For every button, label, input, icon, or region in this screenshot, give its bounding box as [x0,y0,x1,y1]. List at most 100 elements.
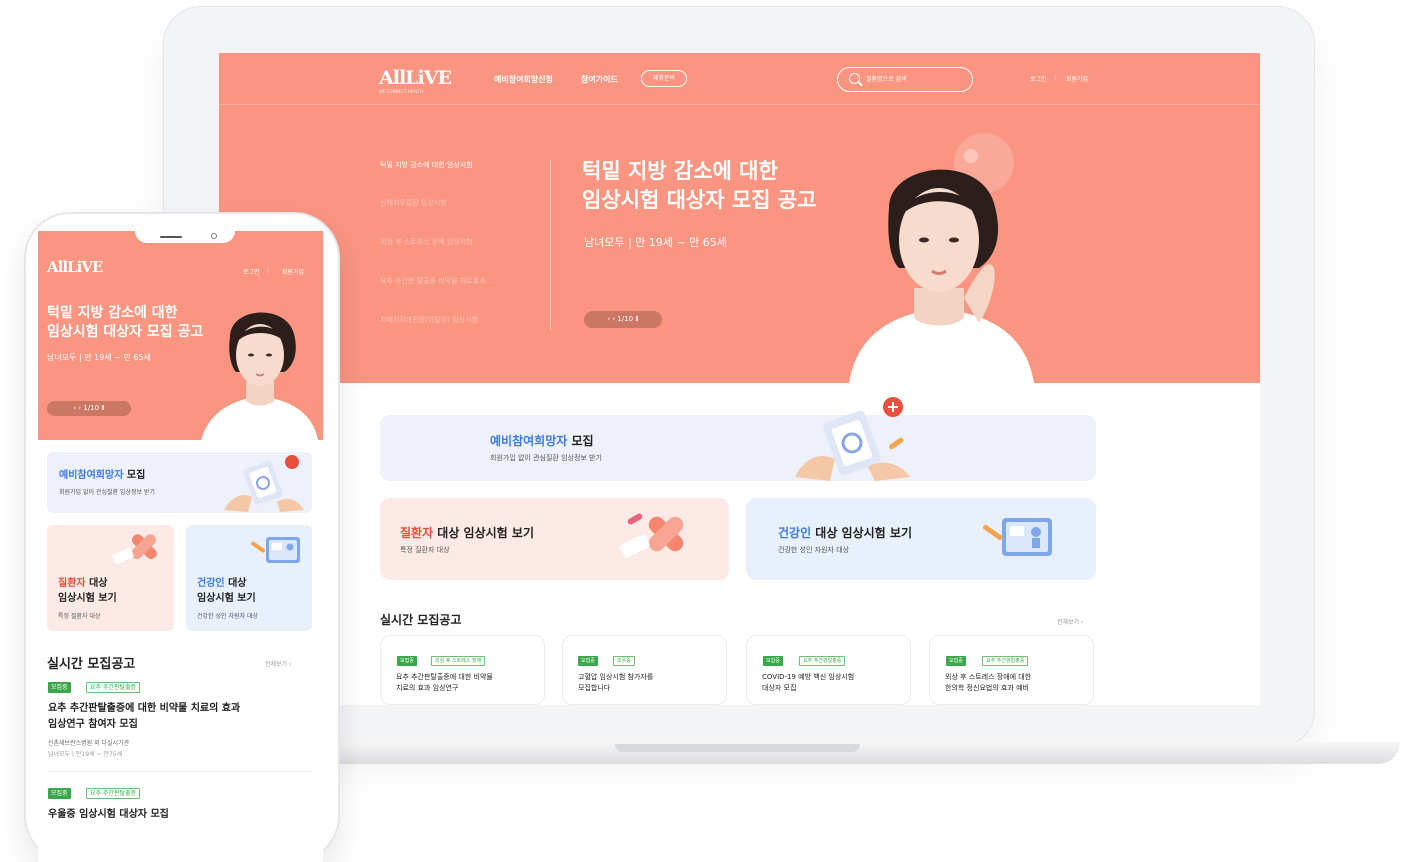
mobile-login-link[interactable]: 로그인 [243,267,260,276]
auth-divider: | [267,267,270,274]
logo-tagline: WE CONNECT HEALTH [379,89,424,94]
prelim-title-rest: 모집 [567,434,594,448]
mobile-healthy-highlight: 건강인 [197,578,225,589]
status-badge: 모집중 [48,682,71,693]
monitor-icon [983,518,1052,556]
mobile-realtime-title: 실시간 모집공고 [47,657,136,672]
status-badge: 모집중 [578,656,598,666]
tag-badge: 요추 추간판탈출증 [982,656,1029,666]
announcement-line1: COVID-19 예방 백신 임상시험 [762,673,855,681]
side-item[interactable]: 턱밑 지방 감소에 대한 임상시험 [380,160,540,170]
mobile-hero-subtitle: 남녀모두 | 만 19세 ~ 만 65세 [47,353,151,362]
mobile-hero-pager[interactable]: ‹ › 1/10 Ⅱ [47,401,131,416]
healthy-title-rest: 대상 임상시험 보기 [811,526,912,540]
mobile-prelim-card[interactable]: 예비참여희망자 모집 회원가입 없이 관심질환 임상정보 받기 [47,452,312,513]
announcement-line1: 요추 추간판탈출증에 대한 비약물 [396,673,493,681]
mobile-item-title: 우울증 임상시험 대상자 모집 [48,809,169,820]
prelim-subtitle: 회원가입 없이 관심질환 임상정보 받기 [490,454,602,462]
logo-text: AllLiVE [47,258,103,276]
phone-notch [135,231,235,243]
mobile-hero: AllLiVE 로그인 | 회원가입 턱밑 지방 감소에 대한 임상시험 대상자… [38,231,323,440]
announcement-card[interactable]: 모집중 조루증 고혈압 임상시험 참가자를 모집합니다 [562,635,727,705]
bandage-icon [620,513,684,558]
side-item[interactable]: 신체처우질환 임상시험 [380,198,540,208]
status-badge: 모집중 [48,788,71,799]
prelim-title-highlight: 예비참여희망자 [490,434,568,448]
realtime-more-link[interactable]: 전체보기 › [1057,617,1083,626]
tag-badge: 외상 후 스트레스 장애 [431,656,486,666]
mobile-healthy-title: 건강인 대상 임상시험 보기 [197,576,256,606]
tablet-illustration-icon [795,397,910,481]
hero-title-line1: 턱밑 지방 감소에 대한 [582,159,778,183]
announcement-line1: 고혈압 임상시험 참가자를 [578,673,654,681]
side-item[interactable]: 요추 추간판 탈출증 비약물 치료효과... [380,276,540,286]
mobile-screen: AllLiVE 로그인 | 회원가입 턱밑 지방 감소에 대한 임상시험 대상자… [38,231,323,862]
status-badge: 모집중 [763,656,783,666]
mobile-brand-logo[interactable]: AllLiVE [47,258,103,276]
mobile-item-meta: 신촌세브란스병원 외 다실시기관 남녀모두 | 만19세 ~ 만75세 [48,738,129,760]
announcement-card[interactable]: 모집중 요추 추간판탈출증 외상 후 스트레스 장애에 대한 한의학 정신요법의… [929,635,1094,705]
patients-title-highlight: 질환자 [400,526,434,540]
phone-speaker [160,236,182,238]
patients-card[interactable]: 질환자 대상 임상시험 보기 특정 질환자 대상 [380,498,729,580]
tablet-illustration-icon [224,455,304,512]
patients-subtitle: 특정 질환자 대상 [400,546,450,554]
announcement-line2: 치료의 효과 임상연구 [396,684,459,692]
mobile-hero-title-line2: 임상시험 대상자 모집 공고 [47,324,204,340]
hero-title: 턱밑 지방 감소에 대한 임상시험 대상자 모집 공고 [582,157,816,215]
mobile-item-eligibility: 남녀모두 | 만19세 ~ 만75세 [48,751,123,758]
prelim-card[interactable]: 예비참여희망자 모집 회원가입 없이 관심질환 임상정보 받기 [380,397,1096,481]
mobile-item-org: 신촌세브란스병원 외 다실시기관 [48,740,130,747]
search-placeholder: 질환명으로 검색 [866,76,907,83]
monitor-icon [251,537,300,563]
hero-banner: AllLiVE WE CONNECT HEALTH 예비참여희망신청 참여가이드… [219,53,1260,383]
mobile-patients-rest: 대상 [85,578,108,589]
status-badge: 모집중 [946,656,966,666]
brand-logo[interactable]: AllLiVE WE CONNECT HEALTH [379,67,452,94]
patients-title: 질환자 대상 임상시험 보기 [400,524,534,541]
realtime-title: 실시간 모집공고 [380,613,462,627]
desktop-screen: AllLiVE WE CONNECT HEALTH 예비참여희망신청 참여가이드… [219,53,1260,705]
tag-badge: 조루증 [613,656,635,666]
announcement-card[interactable]: 모집중 요추 추간판탈출증 COVID-19 예방 백신 임상시험 대상자 모집 [746,635,911,705]
login-link[interactable]: 로그인 [1030,74,1047,83]
mobile-hero-title-line1: 턱밑 지방 감소에 대한 [47,305,178,321]
nav-partnership-button[interactable]: 제휴문의 [641,70,687,87]
healthy-card[interactable]: 건강인 대상 임상시험 보기 건강한 성인 자원자 대상 [746,498,1096,580]
announcement-title: COVID-19 예방 백신 임상시험 대상자 모집 [762,672,907,694]
phone-camera [211,233,217,239]
hero-pager[interactable]: ‹ › 1/10 Ⅱ [584,311,662,328]
mobile-patients-card[interactable]: 질환자 대상 임상시험 보기 특정 질환자 대상 [47,525,174,631]
laptop-notch [615,744,860,752]
announcement-line2: 모집합니다 [578,684,611,692]
mobile-healthy-subtitle: 건강한 성인 자원자 대상 [197,613,258,620]
mobile-healthy-card[interactable]: 건강인 대상 임상시험 보기 건강한 성인 자원자 대상 [186,525,312,631]
mobile-realtime-more-link[interactable]: 전체보기 › [265,659,291,668]
announcement-title: 외상 후 스트레스 장애에 대한 한의학 정신요법의 효과 예비 [945,672,1090,694]
top-navigation: AllLiVE WE CONNECT HEALTH 예비참여희망신청 참여가이드… [219,53,1260,105]
mobile-prelim-highlight: 예비참여희망자 [59,470,124,481]
mobile-prelim-subtitle: 회원가입 없이 관심질환 임상정보 받기 [59,489,155,496]
mobile-healthy-line2: 임상시험 보기 [197,593,256,604]
signup-link[interactable]: 회원가입 [1066,74,1088,83]
announcement-card[interactable]: 모집중 외상 후 스트레스 장애 요추 추간판탈출증에 대한 비약물 치료의 효… [380,635,545,705]
mobile-hero-title: 턱밑 지방 감소에 대한 임상시험 대상자 모집 공고 [47,304,203,342]
mobile-prelim-title: 예비참여희망자 모집 [59,468,145,483]
search-icon [849,73,860,84]
nav-guide[interactable]: 참여가이드 [581,74,618,85]
logo-text: AllLiVE [379,67,452,89]
mobile-patients-highlight: 질환자 [58,578,86,589]
announcement-line1: 외상 후 스트레스 장애에 대한 [945,673,1032,681]
search-input[interactable]: 질환명으로 검색 [837,67,973,92]
nav-apply[interactable]: 예비참여희망신청 [494,74,553,85]
side-item[interactable]: 외상 후 스트레스 장애 임상시험 [380,237,540,247]
mobile-item-line2: 임상연구 참여자 모집 [48,719,138,730]
tag-badge: 요추 추간판탈출증 [86,788,141,799]
announcement-line2: 대상자 모집 [762,684,797,692]
announcement-title: 고혈압 임상시험 참가자를 모집합니다 [578,672,723,694]
mobile-signup-link[interactable]: 회원가입 [282,267,304,276]
patients-title-rest: 대상 임상시험 보기 [433,526,534,540]
healthy-title: 건강인 대상 임상시험 보기 [778,524,912,541]
side-item[interactable]: 치매지각과민증(이탈이) 임상시험 [380,315,540,325]
tag-badge: 요추 추간판탈출증 [86,682,141,693]
